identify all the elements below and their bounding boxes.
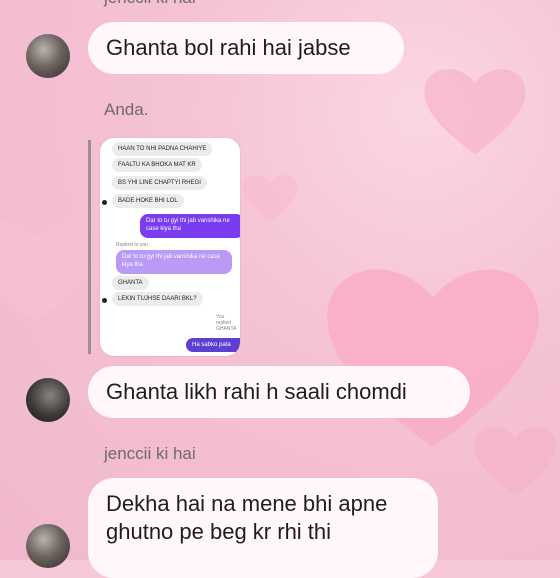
screenshot-message: HAAN TO NHI PADNA CHAHIYE bbox=[112, 142, 213, 156]
screenshot-message: FAALTU KA BHOKA MAT KR bbox=[112, 158, 202, 172]
heart-icon bbox=[474, 426, 556, 496]
screenshot-caption: You replied bbox=[216, 314, 232, 326]
screenshot-message: GHANTA bbox=[112, 276, 149, 290]
message-text: Dekha hai na mene bhi apne ghutno pe beg… bbox=[106, 491, 388, 544]
screenshot-message: BS YHI LINE CHAPTYI RHEGI bbox=[112, 176, 207, 190]
screenshot-sent-message: Dar to tu gyi thi jab vanshika ne case k… bbox=[140, 214, 240, 238]
heart-icon bbox=[0, 221, 95, 322]
screenshot-message: BADE HOKE BHI LOL bbox=[112, 194, 184, 208]
screenshot-caption: Replied to you bbox=[116, 242, 148, 248]
reply-thread-line bbox=[88, 140, 91, 354]
message-text: Ghanta likh rahi h saali chomdi bbox=[106, 379, 407, 404]
screenshot-caption: GHANTA bbox=[216, 326, 237, 332]
message-bubble[interactable]: Ghanta bol rahi hai jabse bbox=[88, 22, 404, 74]
message-bubble[interactable]: Dekha hai na mene bhi apne ghutno pe beg… bbox=[88, 478, 438, 578]
shared-screenshot-image[interactable]: HAAN TO NHI PADNA CHAHIYE FAALTU KA BHOK… bbox=[100, 138, 240, 356]
screenshot-quoted-message: Dar to tu gyi thi jab vanshika ne case k… bbox=[116, 250, 232, 274]
avatar[interactable] bbox=[26, 378, 70, 422]
screenshot-message: LEKIN TUJHSE DAARI BKL? bbox=[112, 292, 203, 306]
pink-hearts-background bbox=[0, 0, 560, 560]
message-text: Ghanta bol rahi hai jabse bbox=[106, 35, 351, 60]
message-bubble[interactable]: Ghanta likh rahi h saali chomdi bbox=[88, 366, 470, 418]
reply-label: jenccii ki hai bbox=[104, 0, 196, 8]
avatar[interactable] bbox=[26, 524, 70, 568]
avatar-dot bbox=[102, 298, 107, 303]
heart-icon bbox=[242, 175, 298, 222]
sender-label: jenccii ki hai bbox=[104, 444, 196, 463]
screenshot-sent-message: Ha sabko pata bbox=[186, 338, 240, 352]
heart-icon bbox=[424, 69, 526, 154]
sender-label: Anda. bbox=[104, 100, 149, 119]
avatar[interactable] bbox=[26, 34, 70, 78]
avatar-dot bbox=[102, 200, 107, 205]
